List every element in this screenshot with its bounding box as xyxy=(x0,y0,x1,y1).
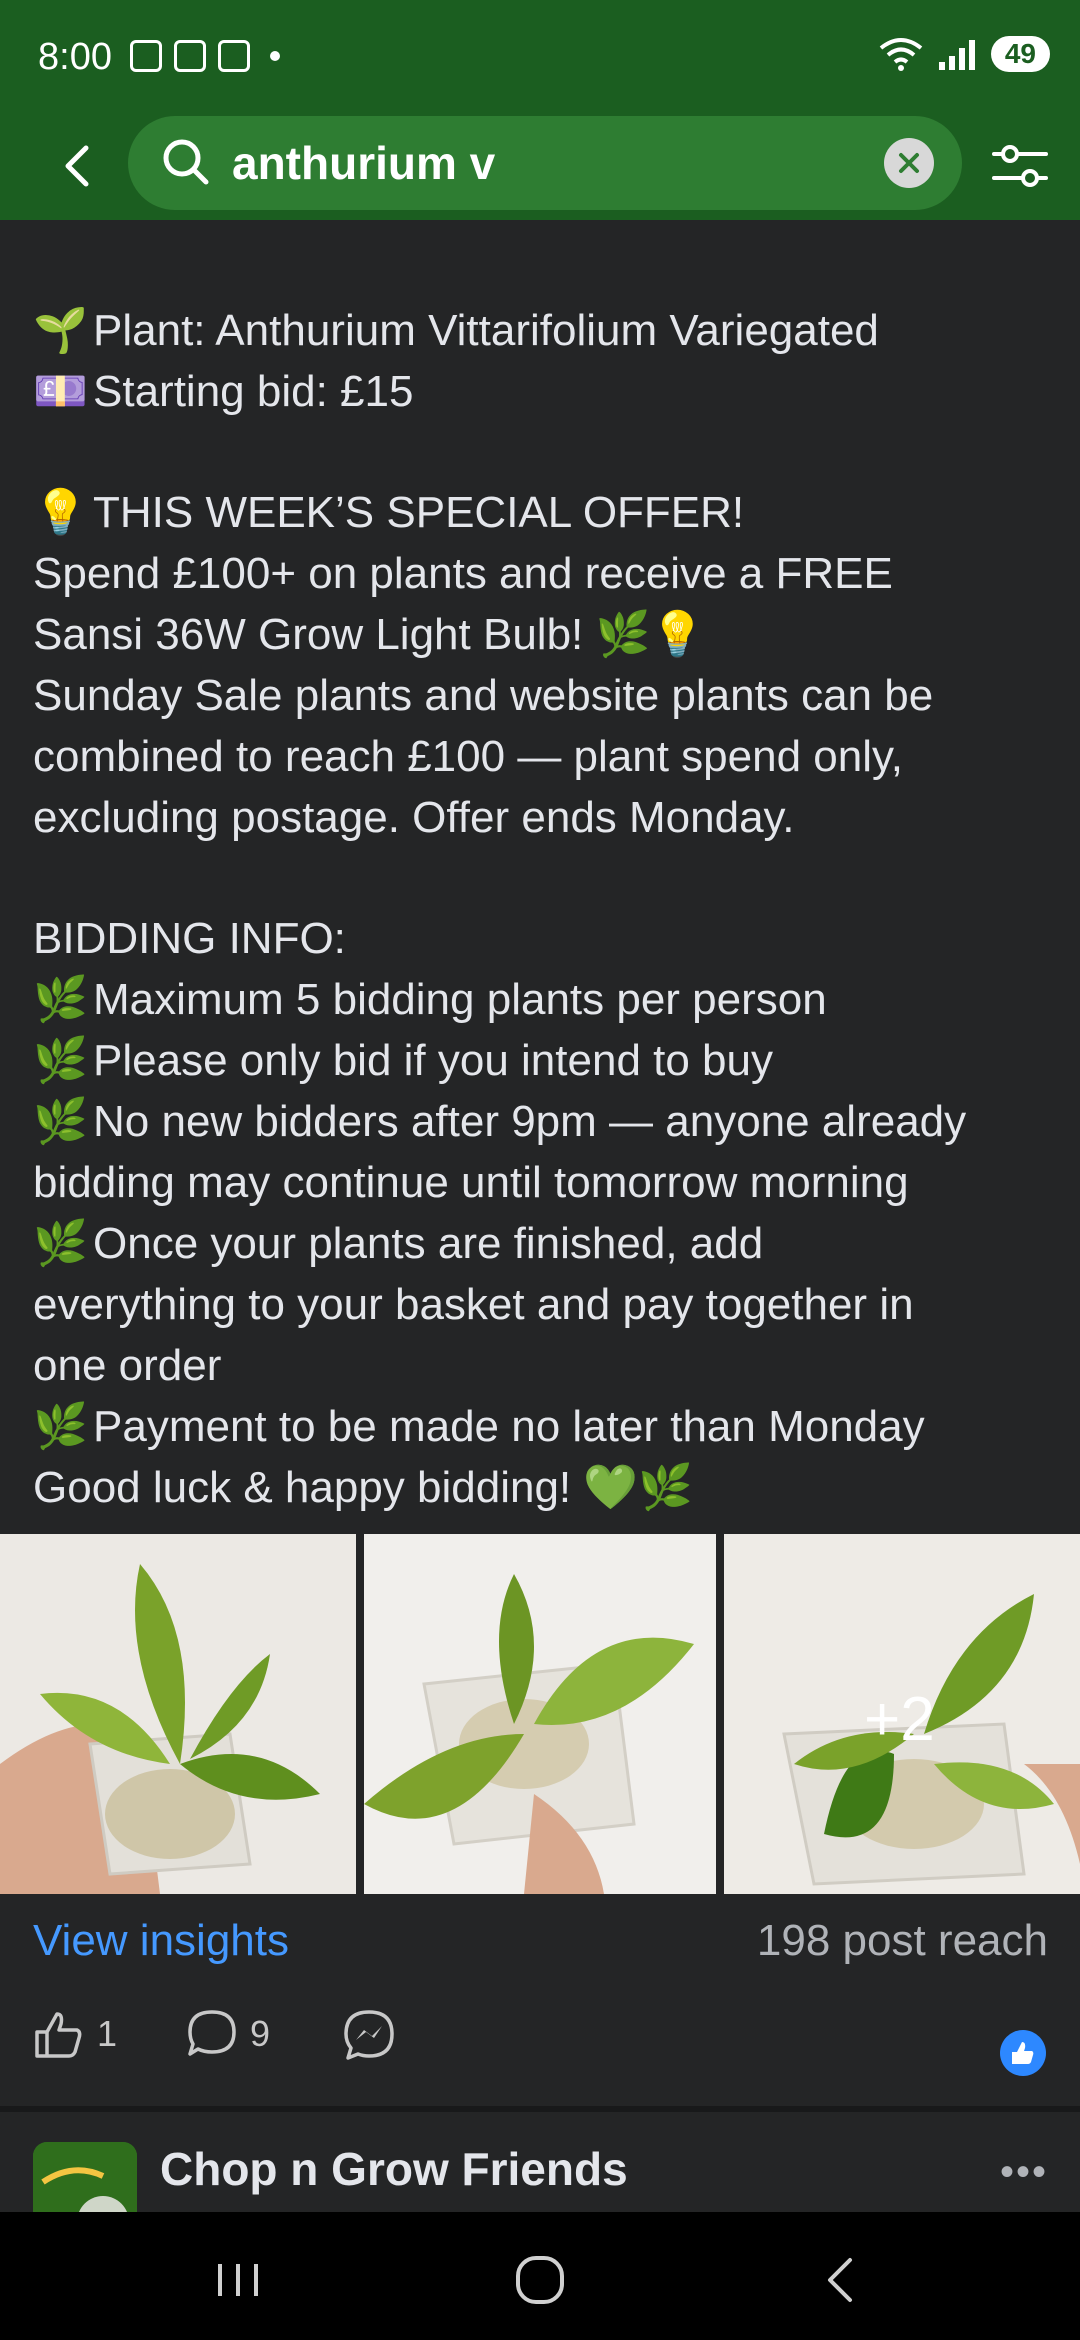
next-post-header: Chop n Grow Friends ••• xyxy=(0,2112,1080,2246)
clear-search-button[interactable] xyxy=(884,138,934,188)
like-reaction-badge xyxy=(1000,2030,1046,2076)
wifi-icon xyxy=(879,38,923,71)
view-insights-link[interactable]: View insights xyxy=(33,1916,289,1966)
post-line: 🌿 Payment to be made no later than Monday xyxy=(33,1396,1063,1457)
plant-photo-1[interactable] xyxy=(0,1534,356,1894)
herb-icon: 🌿 xyxy=(33,1219,88,1268)
like-count: 1 xyxy=(97,2013,118,2054)
stack-icon xyxy=(218,40,250,72)
post-line: 💡 THIS WEEK’S SPECIAL OFFER! xyxy=(33,482,1063,543)
post-line: BIDDING INFO: xyxy=(33,914,346,963)
home-icon[interactable] xyxy=(510,2250,570,2310)
search-field[interactable]: anthurium v xyxy=(128,116,962,210)
notification-icons xyxy=(130,40,280,72)
plant-photo-3[interactable]: +2 xyxy=(724,1534,1080,1894)
recent-apps-icon[interactable] xyxy=(208,2250,268,2310)
post-line: 🌱 Plant: Anthurium Vittarifolium Variegat… xyxy=(33,300,1063,361)
post-line: 🌿 No new bidders after 9pm — anyone alrea… xyxy=(33,1091,1063,1152)
back-icon[interactable] xyxy=(812,2250,872,2310)
post-line: Spend £100+ on plants and receive a FREE xyxy=(33,549,893,598)
screenshot-icon xyxy=(130,40,162,72)
search-query[interactable]: anthurium v xyxy=(232,136,495,190)
money-icon: 💷 xyxy=(33,367,88,416)
messenger-icon xyxy=(344,2010,394,2060)
filter-icon[interactable] xyxy=(990,138,1050,194)
more-photos-count: +2 xyxy=(864,1685,935,1754)
like-button[interactable]: 1 xyxy=(33,2008,117,2060)
group-name[interactable]: Chop n Grow Friends xyxy=(160,2142,628,2196)
search-header: anthurium v xyxy=(0,116,1080,220)
post-line: everything to your basket and pay togeth… xyxy=(33,1280,914,1329)
comment-count: 9 xyxy=(250,2013,271,2054)
post-line: 🌿 Maximum 5 bidding plants per person xyxy=(33,969,1063,1030)
herb-icon: 🌿 xyxy=(33,1036,88,1085)
signal-icon xyxy=(938,38,975,70)
shopping-bag-icon xyxy=(174,40,206,72)
light-bulb-icon: 💡 xyxy=(33,488,88,537)
post-line: 🌿 Once your plants are finished, add xyxy=(33,1213,1063,1274)
post-line: bidding may continue until tomorrow morn… xyxy=(33,1158,909,1207)
post-line: one order xyxy=(33,1341,222,1390)
post-line: combined to reach £100 — plant spend onl… xyxy=(33,732,903,781)
search-icon xyxy=(163,139,209,185)
system-nav-bar xyxy=(0,2212,1080,2340)
status-time: 8:00 xyxy=(38,36,112,78)
comment-button[interactable]: 9 xyxy=(186,2008,270,2060)
status-bar: 8:00 49 xyxy=(0,0,1080,120)
herb-icon: 🌿 xyxy=(33,1097,88,1146)
plant-photo-2[interactable] xyxy=(364,1534,716,1894)
post-reach: 198 post reach xyxy=(756,1916,1048,1965)
photo-grid: +2 xyxy=(0,1534,1080,1894)
post-actions: 1 9 xyxy=(0,2008,1080,2088)
thumbs-up-icon xyxy=(1012,2042,1034,2064)
post-line: Sansi 36W Grow Light Bulb! 🌿💡 xyxy=(33,610,706,659)
more-options-icon[interactable]: ••• xyxy=(1000,2150,1048,2195)
thumbs-up-icon xyxy=(35,2012,82,2058)
back-arrow-icon[interactable] xyxy=(52,138,108,194)
battery-indicator: 49 xyxy=(990,36,1050,72)
post-body: 🌱 Plant: Anthurium Vittarifolium Variegat… xyxy=(0,220,1080,1534)
herb-icon: 🌿 xyxy=(33,975,88,1024)
messenger-share-button[interactable] xyxy=(342,2008,396,2062)
seedling-icon: 🌱 xyxy=(33,306,88,355)
post-line: Good luck & happy bidding! 💚🌿 xyxy=(33,1463,693,1512)
top-bar: 8:00 49 anthurium v xyxy=(0,0,1080,220)
more-notifications-icon xyxy=(270,51,280,61)
post-line: Sunday Sale plants and website plants ca… xyxy=(33,671,934,720)
post-line: 💷 Starting bid: £15 xyxy=(33,361,1063,422)
close-icon xyxy=(899,153,919,173)
post-line: excluding postage. Offer ends Monday. xyxy=(33,793,795,842)
post-line: 🌿 Please only bid if you intend to buy xyxy=(33,1030,1063,1091)
comment-icon xyxy=(188,2010,236,2056)
herb-icon: 🌿 xyxy=(33,1402,88,1451)
